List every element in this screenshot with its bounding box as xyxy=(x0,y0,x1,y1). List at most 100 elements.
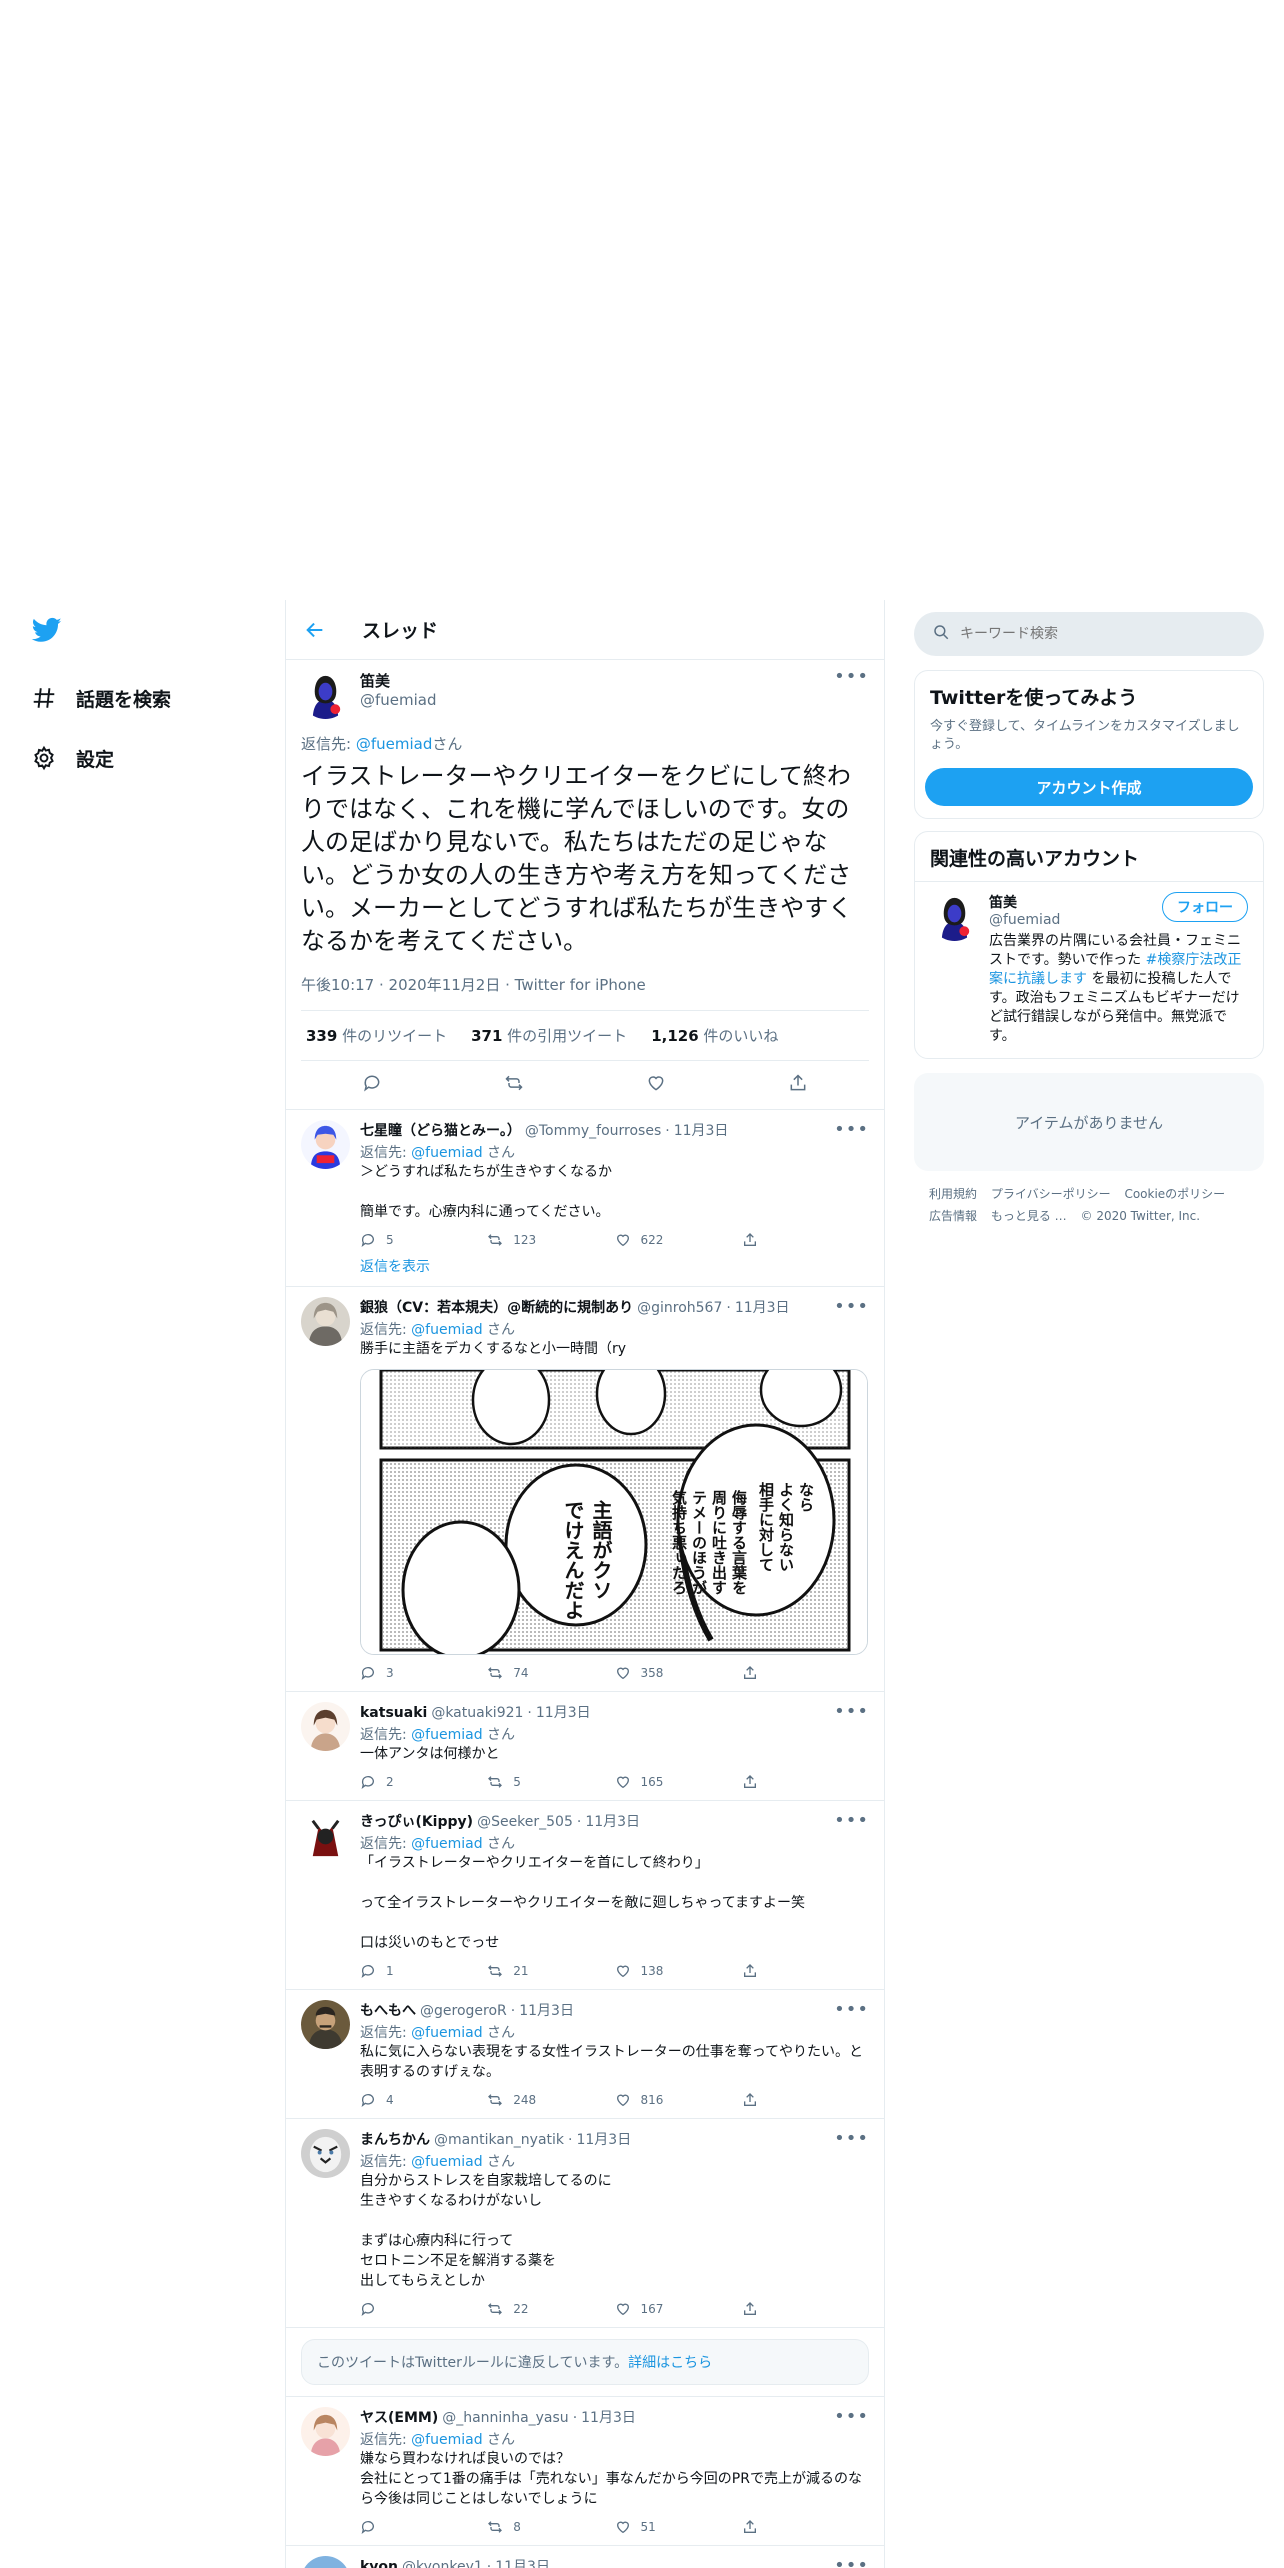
reply-date[interactable]: 11月3日 xyxy=(735,1297,790,1317)
reply-author-handle[interactable]: @_hanninha_yasu xyxy=(442,2410,568,2426)
reply-author-name[interactable]: もへもへ xyxy=(360,2000,416,2020)
more-icon[interactable]: ••• xyxy=(834,1121,869,1139)
search-box[interactable] xyxy=(914,612,1264,656)
like-button[interactable]: 51 xyxy=(615,2519,742,2535)
avatar[interactable] xyxy=(301,1297,350,1346)
footer-link-more[interactable]: もっと見る … xyxy=(991,1209,1067,1223)
reply-author-handle[interactable]: @mantikan_nyatik xyxy=(434,2132,564,2148)
related-account[interactable]: 笛美 @fuemiad フォロー 広告業界の片隅にいる会社員・フェミニストです。… xyxy=(915,882,1263,1058)
reply-tweet[interactable]: もへもへ @gerogeroR · 11月3日 ••• 返信先: @fuemiad さん… xyxy=(286,1990,884,2119)
reply-author-handle[interactable]: @katuaki921 xyxy=(431,1705,523,1721)
nav-settings[interactable]: 設定 xyxy=(28,737,268,779)
retweet-button[interactable]: 8 xyxy=(487,2519,614,2535)
like-button[interactable]: 816 xyxy=(615,2092,742,2108)
reply-author-handle[interactable]: @ginroh567 xyxy=(637,1300,722,1316)
reply-date[interactable]: 11月3日 xyxy=(495,2556,550,2568)
retweet-button[interactable]: 74 xyxy=(487,1665,614,1681)
reply-tweet[interactable]: 銀狼（CV：若本規夫）@断続的に規制あり @ginroh567 · 11月3日 ••• … xyxy=(286,1287,884,1692)
reply-tweet[interactable]: きっぴぃ(Kippy) @Seeker_505 · 11月3日 ••• 返信先: @fu… xyxy=(286,1801,884,1990)
reply-button[interactable]: 2 xyxy=(360,1774,487,1790)
retweet-button[interactable]: 248 xyxy=(487,2092,614,2108)
create-account-button[interactable]: アカウント作成 xyxy=(925,768,1253,806)
author-handle[interactable]: @fuemiad xyxy=(360,691,834,709)
share-button[interactable] xyxy=(742,2519,869,2535)
avatar[interactable] xyxy=(301,1702,350,1751)
related-handle[interactable]: @fuemiad xyxy=(989,912,1162,928)
avatar[interactable] xyxy=(301,2000,350,2049)
reply-tweet[interactable]: ヤス(EMM) @_hanninha_yasu · 11月3日 ••• 返信先: @fu… xyxy=(286,2397,884,2546)
share-button[interactable] xyxy=(742,2092,869,2108)
details-link[interactable]: 詳細はこちら xyxy=(628,2355,712,2371)
more-icon[interactable]: ••• xyxy=(834,2130,869,2148)
reply-author-name[interactable]: きっぴぃ(Kippy) xyxy=(360,1811,473,1831)
more-icon[interactable]: ••• xyxy=(834,2001,869,2019)
reply-author-name[interactable]: ヤス(EMM) xyxy=(360,2407,438,2427)
back-arrow-icon[interactable] xyxy=(304,616,332,644)
reply-author-name[interactable]: katsuaki xyxy=(360,1705,427,1721)
search-input[interactable] xyxy=(960,626,1210,642)
reply-author-handle[interactable]: @gerogeroR xyxy=(420,2003,507,2019)
retweet-button[interactable]: 22 xyxy=(487,2301,614,2317)
tweet-date[interactable]: 2020年11月2日 xyxy=(389,976,501,994)
reply-mention-link[interactable]: @fuemiad xyxy=(411,2154,482,2170)
retweet-button[interactable]: 123 xyxy=(487,1232,614,1248)
reply-button[interactable]: 1 xyxy=(360,1963,487,1979)
retweet-button[interactable]: 21 xyxy=(487,1963,614,1979)
avatar[interactable] xyxy=(301,2556,350,2568)
reply-author-name[interactable]: まんちかん xyxy=(360,2129,430,2149)
reply-date[interactable]: 11月3日 xyxy=(674,1120,729,1140)
reply-button[interactable] xyxy=(360,2519,487,2535)
more-icon[interactable]: ••• xyxy=(834,2557,869,2568)
share-button[interactable] xyxy=(742,1232,869,1248)
reply-date[interactable]: 11月3日 xyxy=(536,1702,591,1722)
footer-link-cookies[interactable]: Cookieのポリシー xyxy=(1124,1187,1225,1201)
reply-mention-link[interactable]: @fuemiad xyxy=(411,1322,482,1338)
reply-tweet[interactable]: まんちかん @mantikan_nyatik · 11月3日 ••• 返信先: @fue… xyxy=(286,2119,884,2328)
like-button[interactable]: 358 xyxy=(615,1665,742,1681)
show-replies-link[interactable]: 返信を表示 xyxy=(286,1256,884,1287)
share-button[interactable] xyxy=(742,2301,869,2317)
like-count[interactable]: 1,126 件のいいね xyxy=(651,1025,778,1046)
quote-count[interactable]: 371 件の引用ツイート xyxy=(471,1025,627,1046)
like-button[interactable]: 165 xyxy=(615,1774,742,1790)
more-icon[interactable]: ••• xyxy=(834,1703,869,1721)
retweet-button[interactable]: 5 xyxy=(487,1774,614,1790)
reply-author-handle[interactable]: @kyonkey1 xyxy=(402,2559,483,2568)
reply-button[interactable]: 4 xyxy=(360,2092,487,2108)
avatar[interactable] xyxy=(301,1120,350,1169)
reply-date[interactable]: 11月3日 xyxy=(585,1811,640,1831)
like-icon[interactable] xyxy=(646,1073,666,1097)
reply-author-name[interactable]: 銀狼（CV：若本規夫）@断続的に規制あり xyxy=(360,1297,633,1317)
share-button[interactable] xyxy=(742,1665,869,1681)
follow-button[interactable]: フォロー xyxy=(1162,892,1248,922)
manga-image[interactable]: なら よく知らない 相手に対して 侮辱する言葉を 周りに吐き出す テメーのほうが 気持ち悪ぃ… xyxy=(360,1369,868,1655)
avatar[interactable] xyxy=(301,670,350,719)
more-icon[interactable]: ••• xyxy=(834,2408,869,2426)
reply-mention-link[interactable]: @fuemiad xyxy=(411,1727,482,1743)
retweet-icon[interactable] xyxy=(504,1073,524,1097)
retweet-count[interactable]: 339 件のリツイート xyxy=(306,1025,447,1046)
footer-link-ads[interactable]: 広告情報 xyxy=(929,1209,977,1223)
like-button[interactable]: 138 xyxy=(615,1963,742,1979)
avatar[interactable] xyxy=(301,2129,350,2178)
like-button[interactable]: 167 xyxy=(615,2301,742,2317)
avatar[interactable] xyxy=(930,892,979,941)
reply-tweet[interactable]: kyon @kyonkey1 · 11月3日 ••• xyxy=(286,2546,884,2568)
author-name[interactable]: 笛美 xyxy=(360,670,834,691)
avatar[interactable] xyxy=(301,1811,350,1860)
reply-mention-link[interactable]: @fuemiad xyxy=(411,1145,482,1161)
reply-button[interactable]: 5 xyxy=(360,1232,487,1248)
reply-date[interactable]: 11月3日 xyxy=(576,2129,631,2149)
related-name[interactable]: 笛美 xyxy=(989,892,1162,912)
twitter-logo-icon[interactable] xyxy=(30,615,66,647)
reply-tweet[interactable]: 七星瞳（どら猫とみー。） @Tommy_fourroses · 11月3日 ••• 返信… xyxy=(286,1110,884,1258)
reply-author-handle[interactable]: @Seeker_505 xyxy=(477,1814,573,1830)
avatar[interactable] xyxy=(301,2407,350,2456)
reply-author-handle[interactable]: @Tommy_fourroses xyxy=(525,1123,661,1139)
tweet-time[interactable]: 午後10:17 xyxy=(301,976,374,994)
reply-author-name[interactable]: kyon xyxy=(360,2559,398,2568)
share-button[interactable] xyxy=(742,1774,869,1790)
like-button[interactable]: 622 xyxy=(615,1232,742,1248)
reply-date[interactable]: 11月3日 xyxy=(581,2407,636,2427)
reply-mention-link[interactable]: @fuemiad xyxy=(411,2025,482,2041)
